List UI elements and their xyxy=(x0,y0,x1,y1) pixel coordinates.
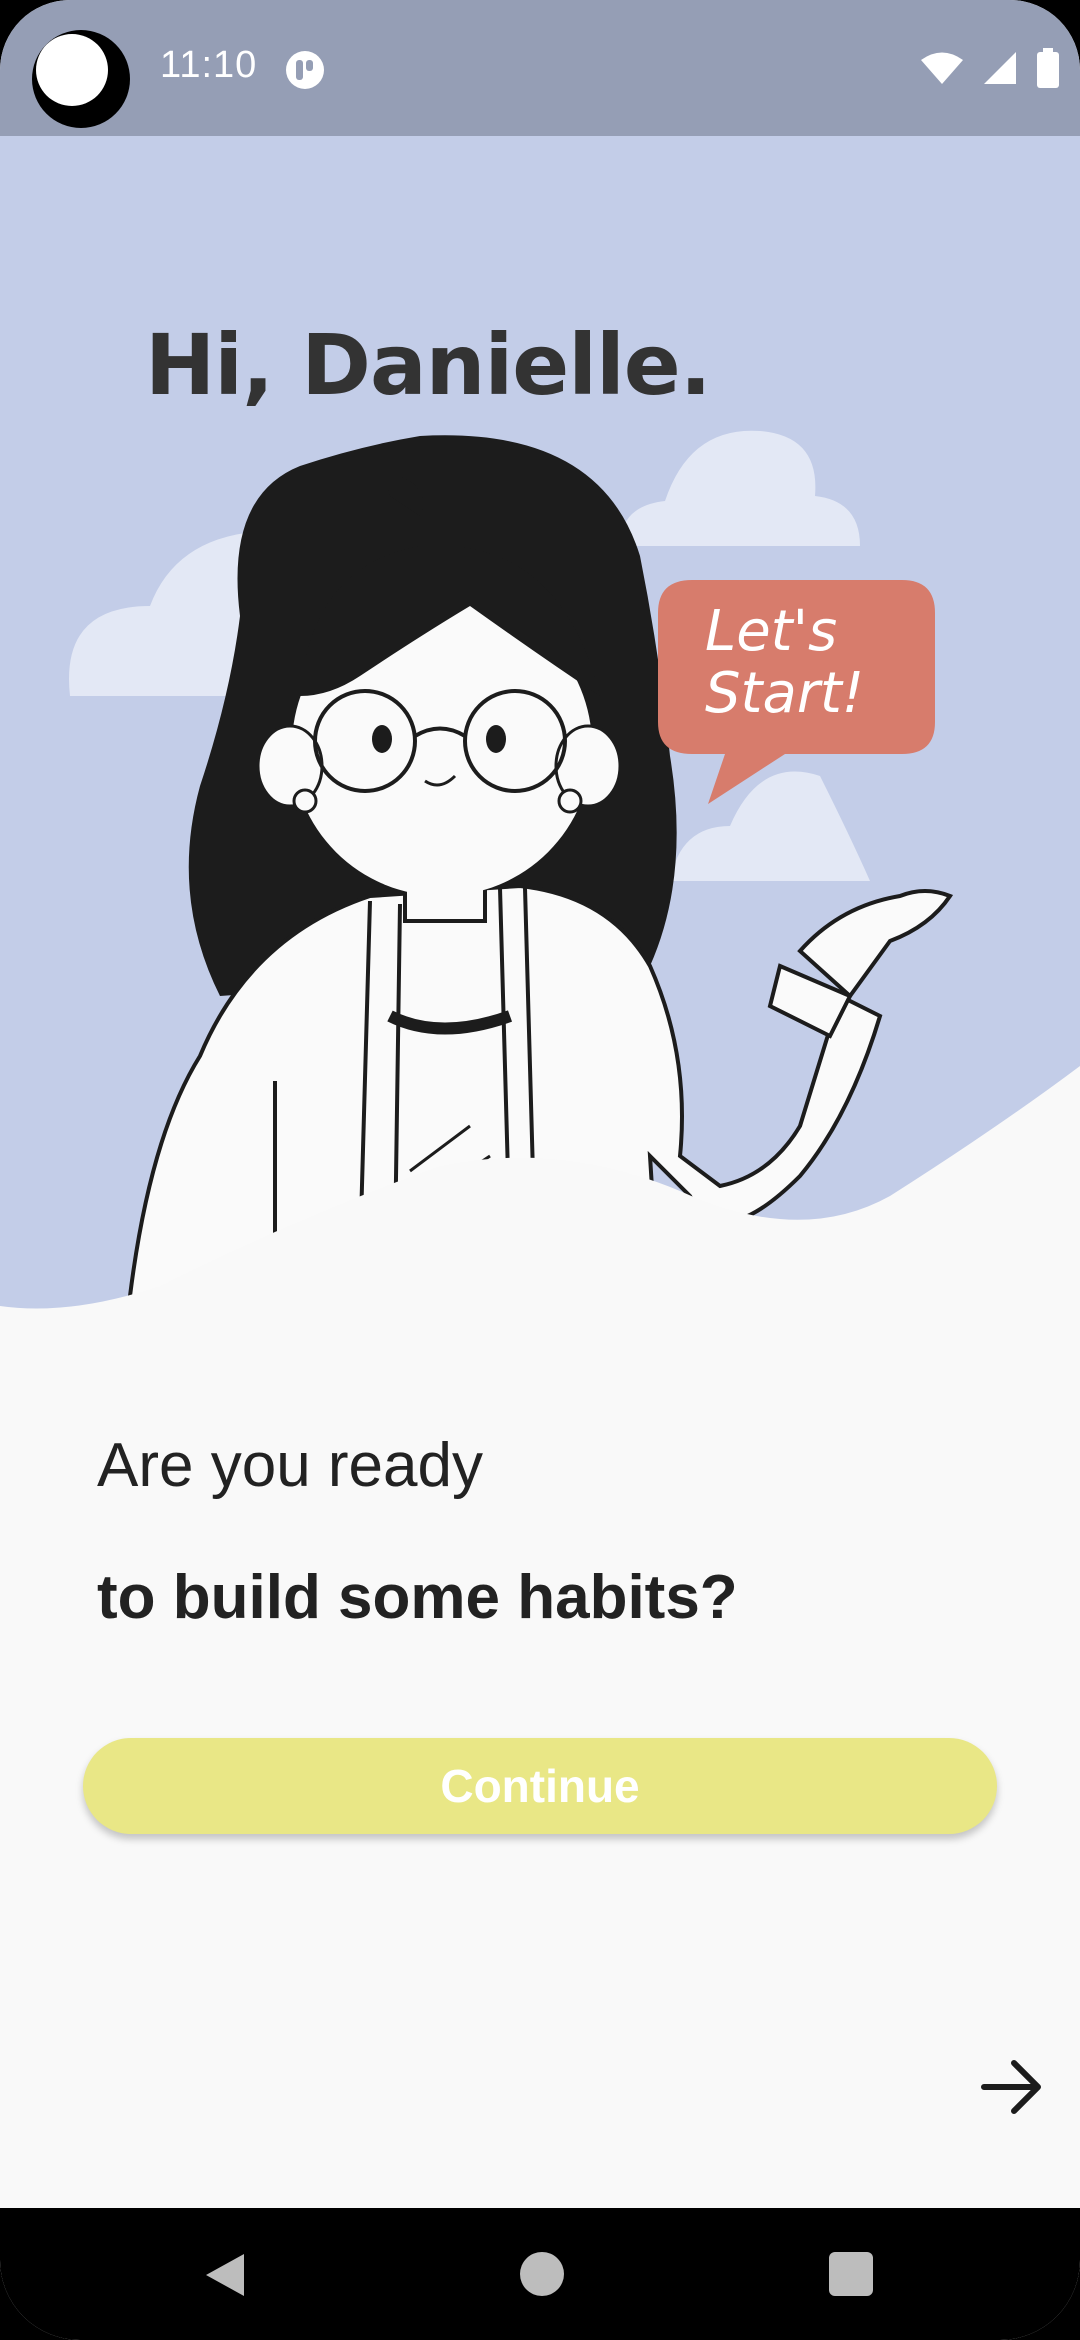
status-time: 11:10 xyxy=(160,44,258,86)
home-icon[interactable] xyxy=(520,2252,564,2296)
battery-icon xyxy=(1037,48,1059,88)
girl-illustration xyxy=(0,430,1080,1316)
prompt-line-1: Are you ready xyxy=(97,1431,483,1500)
navigation-bar xyxy=(0,2208,1080,2340)
app-notification-icon xyxy=(286,51,324,89)
status-bar: 11:10 xyxy=(0,0,1080,136)
cellular-signal-icon xyxy=(984,52,1016,84)
screen: 11:10 Hi, Danielle. Let's Start! Are you… xyxy=(0,0,1080,2340)
hero-illustration: Hi, Danielle. Let's Start! xyxy=(0,136,1080,1316)
camera-cutout xyxy=(32,30,130,128)
wifi-icon xyxy=(921,52,963,84)
next-arrow-icon[interactable] xyxy=(978,2052,1048,2122)
prompt-line-2: to build some habits? xyxy=(97,1563,738,1632)
back-icon[interactable] xyxy=(200,2250,250,2300)
greeting-title: Hi, Danielle. xyxy=(145,316,712,414)
recents-icon[interactable] xyxy=(829,2252,873,2296)
speech-line-1: Let's xyxy=(705,599,838,664)
continue-button[interactable]: Continue xyxy=(83,1738,997,1834)
speech-bubble-text: Let's Start! xyxy=(705,601,905,725)
speech-line-2: Start! xyxy=(705,661,865,726)
